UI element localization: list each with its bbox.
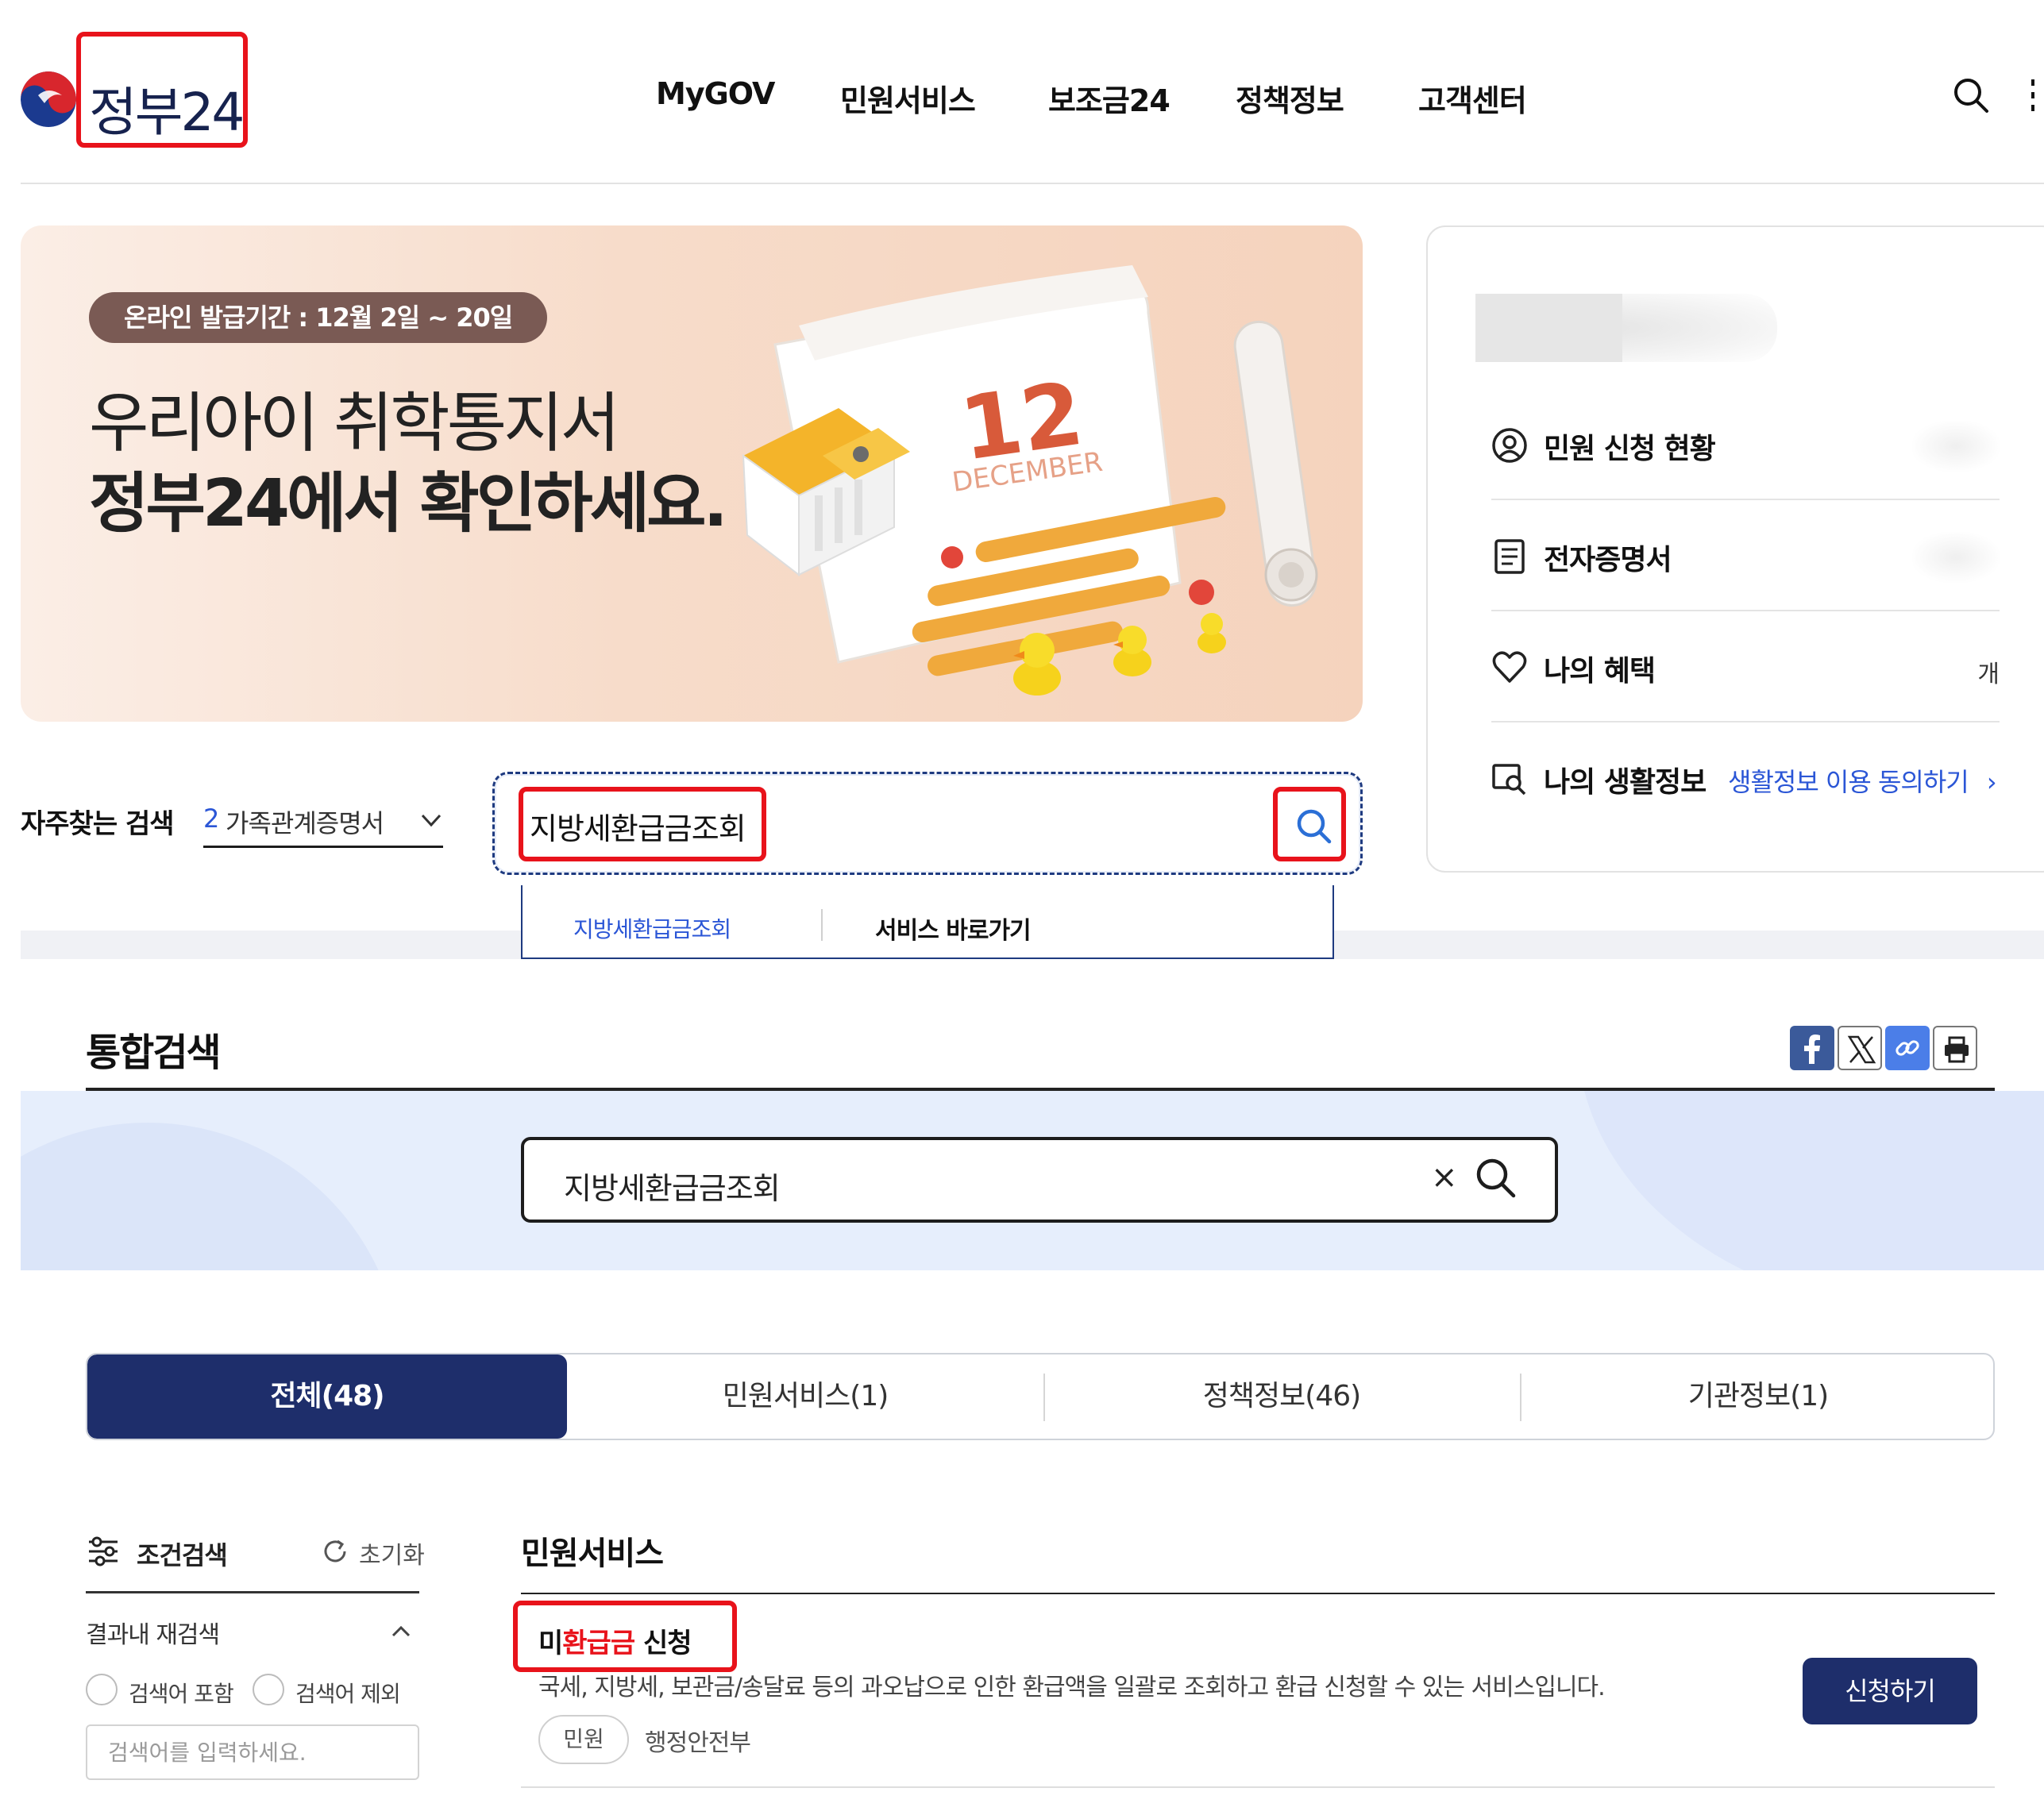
title-prefix: 미 (538, 1628, 563, 1659)
header-divider (21, 183, 2044, 184)
document-icon (1491, 538, 1528, 575)
tab-all[interactable]: 전체(48) (87, 1354, 567, 1439)
decorative-circle (1577, 1091, 2044, 1270)
integrated-search-hero: 지방세환급금조회 × (21, 1091, 2044, 1270)
refine-search-label: 결과내 재검색 (86, 1621, 220, 1649)
blurred-username-block (1475, 294, 1622, 362)
refine-search-field[interactable] (86, 1724, 419, 1780)
heart-icon (1491, 649, 1528, 686)
integrated-search-box[interactable]: 지방세환급금조회 × (521, 1137, 1558, 1223)
panel-item-label: 나의 혜택 (1544, 655, 1656, 688)
print-icon[interactable] (1933, 1026, 1977, 1070)
chevron-down-icon (419, 808, 443, 832)
chevron-up-icon[interactable] (389, 1620, 413, 1647)
person-circle-icon (1491, 427, 1528, 464)
frequent-search-select[interactable]: 2 가족관계증명서 (203, 794, 443, 848)
consent-link-text: 생활정보 이용 동의하기 (1728, 767, 1969, 797)
facebook-icon[interactable] (1790, 1026, 1834, 1070)
nav-customer-center[interactable]: 고객센터 (1418, 76, 1527, 120)
page-title: 통합검색 (86, 1031, 222, 1075)
panel-item-label: 민원 신청 현황 (1544, 433, 1716, 465)
taegeuk-icon (21, 71, 76, 127)
autocomplete-suggestion[interactable]: 지방세환급금조회 (573, 912, 731, 944)
result-category-tag: 민원 (538, 1715, 629, 1764)
frequent-search-rank: 2 (203, 803, 220, 834)
menu-icon[interactable] (2027, 76, 2044, 114)
life-search-icon (1491, 761, 1528, 797)
include-keyword-radio[interactable] (86, 1674, 118, 1705)
results-section-title: 민원서비스 (521, 1535, 664, 1572)
filter-sliders-icon (86, 1534, 121, 1572)
search-icon[interactable] (1474, 1156, 1518, 1204)
exclude-keyword-radio[interactable] (253, 1674, 284, 1705)
reset-button[interactable]: 초기화 (359, 1535, 425, 1570)
header-search-icon[interactable] (1952, 76, 1990, 118)
decorative-circle (21, 1123, 402, 1270)
panel-item-e-certificate[interactable]: 전자증명서 (1491, 500, 2000, 611)
filter-divider (86, 1591, 419, 1593)
include-keyword-label: 검색어 포함 (129, 1681, 234, 1707)
result-row-divider (521, 1786, 1995, 1788)
apply-button[interactable]: 신청하기 (1803, 1658, 1977, 1724)
banner-headline-2: 정부24에서 확인하세요. (89, 466, 728, 541)
title-suffix: 신청 (634, 1628, 692, 1659)
panel-item-application-status[interactable]: 민원 신청 현황 (1491, 389, 2000, 500)
results-divider (521, 1593, 1995, 1594)
promo-banner[interactable]: 온라인 발급기간 : 12월 2일 ~ 20일 우리아이 취학통지서 정부24에… (21, 225, 1363, 722)
result-tabs: 전체(48) 민원서비스(1) 정책정보(46) 기관정보(1) (86, 1353, 1995, 1440)
logo-highlight-box (76, 32, 248, 148)
chevron-right-icon: › (1986, 767, 1997, 797)
frequent-search-label: 자주찾는 검색 (21, 808, 175, 840)
title-keyword-highlight: 환급금 (562, 1628, 635, 1659)
result-agency: 행정안전부 (645, 1729, 751, 1757)
tab-agency-info[interactable]: 기관정보(1) (1520, 1354, 1993, 1439)
benefit-count-unit: 개 (1977, 661, 2000, 688)
user-panel: 민원 신청 현황 전자증명서 나의 혜택 개 나의 생활정보 생활정보 이용 동… (1426, 225, 2044, 873)
banner-period-pill: 온라인 발급기간 : 12월 2일 ~ 20일 (89, 292, 548, 343)
exclude-keyword-label: 검색어 제외 (295, 1681, 401, 1707)
query-highlight-box (519, 787, 766, 861)
autocomplete-dropdown: 지방세환급금조회 서비스 바로가기 (521, 885, 1334, 959)
nav-policy-info[interactable]: 정책정보 (1236, 76, 1344, 120)
refresh-icon[interactable] (321, 1537, 349, 1569)
panel-item-my-benefits[interactable]: 나의 혜택 개 (1491, 611, 2000, 722)
search-button[interactable] (1273, 787, 1346, 861)
calendar-illustration: 12 DECEMBER (742, 265, 1318, 696)
main-search-box[interactable]: 지방세환급금조회 (492, 772, 1363, 875)
result-title-link[interactable]: 미환급금 신청 (538, 1621, 692, 1660)
nav-civil-service[interactable]: 민원서비스 (840, 76, 976, 120)
clear-icon[interactable]: × (1431, 1159, 1458, 1196)
tab-civil-service[interactable]: 민원서비스(1) (567, 1354, 1043, 1439)
refine-search-input[interactable] (87, 1726, 418, 1778)
service-shortcut-link[interactable]: 서비스 바로가기 (875, 911, 1032, 946)
frequent-search-term: 가족관계증명서 (226, 808, 384, 838)
life-info-consent-link[interactable]: 생활정보 이용 동의하기 › (1728, 762, 1997, 799)
result-description: 국세, 지방세, 보관금/송달료 등의 과오납으로 인한 환급액을 일괄로 조회… (538, 1674, 1606, 1701)
filter-title: 조건검색 (137, 1540, 228, 1570)
nav-mygov[interactable]: MyGOV (656, 76, 775, 111)
nav-subsidy24[interactable]: 보조금24 (1048, 76, 1170, 120)
integrated-search-input[interactable]: 지방세환급금조회 (564, 1164, 781, 1208)
tab-policy-info[interactable]: 정책정보(46) (1043, 1354, 1520, 1439)
link-icon[interactable] (1885, 1026, 1930, 1070)
panel-item-life-info[interactable]: 나의 생활정보 생활정보 이용 동의하기 › (1491, 722, 2000, 834)
search-icon (1297, 809, 1332, 844)
dropdown-divider (821, 909, 823, 941)
panel-item-label: 나의 생활정보 (1544, 766, 1707, 799)
x-icon[interactable] (1838, 1026, 1882, 1070)
blurred-count (1912, 532, 2000, 583)
blurred-count (1912, 421, 2000, 472)
panel-item-label: 전자증명서 (1544, 544, 1672, 576)
